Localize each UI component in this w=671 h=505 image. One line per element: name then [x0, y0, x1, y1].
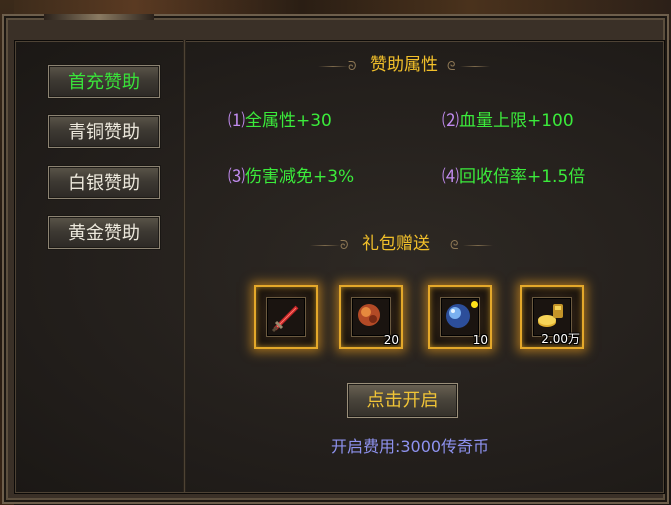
ornament-left-icon: ᘐ — [348, 59, 357, 73]
attribute-index: ⑵ — [442, 111, 459, 131]
item-count: 2.00万 — [541, 332, 580, 346]
title-line-right — [460, 66, 490, 67]
gift-slot-3[interactable]: 10 — [428, 285, 492, 349]
item-frame — [266, 297, 306, 337]
red-sword-icon — [271, 305, 299, 333]
attribute-index: ⑴ — [228, 111, 245, 131]
attribute-text: 血量上限+100 — [459, 111, 574, 131]
title-line-left — [318, 66, 348, 67]
item-count: 20 — [383, 333, 399, 347]
attribute-1: ⑴全属性+30 — [228, 109, 332, 133]
attribute-index: ⑶ — [228, 167, 245, 187]
gift-slot-4[interactable]: 2.00万 — [520, 285, 584, 349]
attribute-text: 回收倍率+1.5倍 — [459, 167, 586, 187]
title-line-left — [310, 245, 340, 246]
tab-bronze[interactable]: 青铜赞助 — [48, 115, 160, 148]
item-frame — [351, 297, 391, 337]
attribute-index: ⑷ — [442, 167, 459, 187]
tab-first-recharge[interactable]: 首充赞助 — [48, 65, 160, 98]
gift-slot-1[interactable] — [254, 285, 318, 349]
attributes-title: 赞助属性 — [370, 55, 438, 75]
open-button[interactable]: 点击开启 — [347, 383, 458, 418]
attribute-3: ⑶伤害减免+3% — [228, 165, 354, 189]
frame-accent — [44, 14, 154, 20]
item-count: 10 — [472, 333, 488, 347]
tab-silver[interactable]: 白银赞助 — [48, 166, 160, 199]
ornament-right-icon: ᘓ — [450, 238, 459, 252]
gift-title: 礼包赠送 — [362, 234, 430, 254]
tab-gold[interactable]: 黄金赞助 — [48, 216, 160, 249]
gift-slot-2[interactable]: 20 — [339, 285, 403, 349]
red-gem-icon — [358, 304, 380, 326]
new-dot-icon — [471, 301, 478, 308]
cost-text: 开启费用:3000传奇币 — [330, 437, 490, 456]
sidebar-divider — [183, 40, 186, 492]
attribute-2: ⑵血量上限+100 — [442, 109, 574, 133]
attribute-4: ⑷回收倍率+1.5倍 — [442, 165, 585, 189]
attribute-text: 全属性+30 — [245, 111, 332, 131]
attribute-text: 伤害减免+3% — [245, 167, 355, 187]
title-line-right — [463, 245, 493, 246]
ornament-right-icon: ᘓ — [447, 59, 456, 73]
ornament-left-icon: ᘐ — [340, 238, 349, 252]
